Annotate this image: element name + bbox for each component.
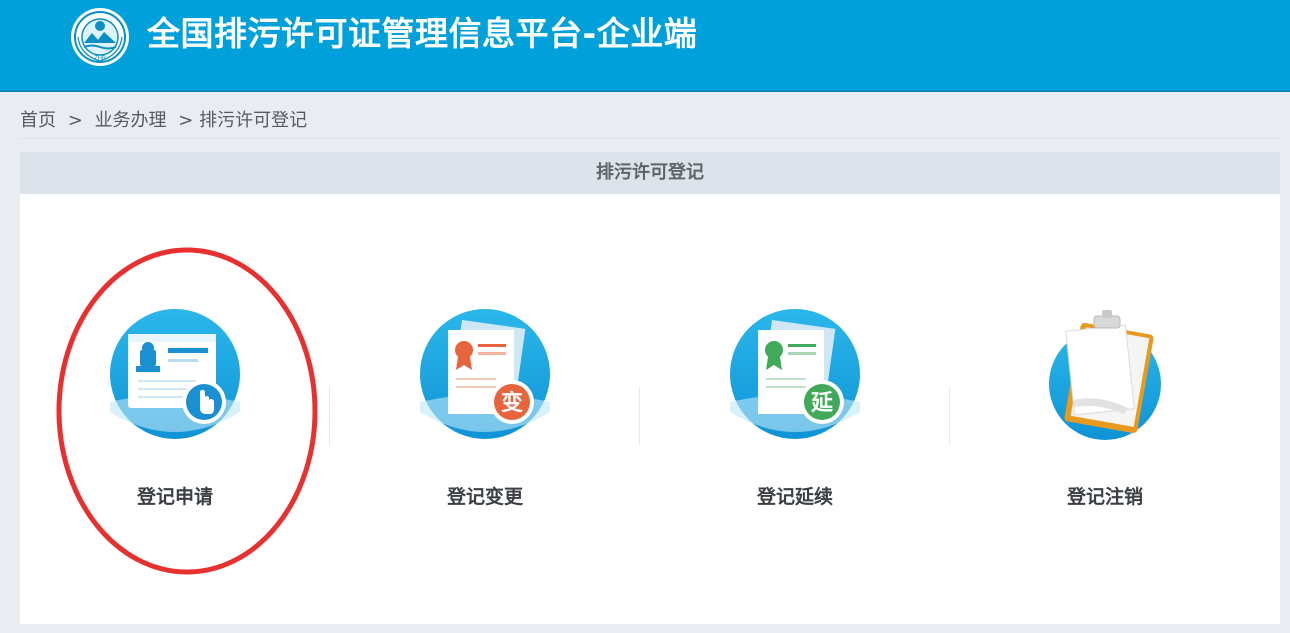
breadcrumb-separator: >	[178, 110, 194, 131]
registration-card-hand-icon	[110, 309, 240, 439]
registration-panel: 排污许可登记 登记申请 变 登记变更 延 登记延续 登记注销	[20, 152, 1280, 624]
tile-label: 登记注销	[1066, 486, 1143, 508]
breadcrumb-divider	[20, 138, 1280, 139]
environmental-protection-logo-icon[interactable]: ZHB	[70, 7, 130, 67]
tile-label: 登记变更	[446, 486, 523, 508]
certificate-extend-icon: 延	[730, 309, 860, 439]
svg-text:ZHB: ZHB	[94, 56, 106, 62]
breadcrumb-item-current: 排污许可登记	[199, 110, 308, 131]
badge-text: 变	[501, 390, 523, 416]
clipboard-cancel-icon	[1049, 310, 1161, 440]
badge-text: 延	[810, 391, 834, 416]
breadcrumb-item-home[interactable]: 首页	[20, 108, 56, 134]
breadcrumb-item-business[interactable]: 业务办理	[95, 108, 167, 134]
breadcrumb-separator: >	[67, 110, 83, 131]
breadcrumb: 首页 > 业务办理 > 排污许可登记	[20, 108, 307, 134]
tile-registration-apply[interactable]: 登记申请	[20, 302, 330, 522]
tile-registration-cancel[interactable]: 登记注销	[950, 302, 1260, 522]
tile-label: 登记延续	[756, 486, 833, 508]
tile-label: 登记申请	[136, 486, 213, 508]
tile-registration-change[interactable]: 变 登记变更	[330, 302, 640, 522]
top-header: ZHB 全国排污许可证管理信息平台-企业端	[0, 0, 1290, 92]
tile-registration-extend[interactable]: 延 登记延续	[640, 302, 950, 522]
app-title: 全国排污许可证管理信息平台-企业端	[147, 14, 698, 53]
panel-title: 排污许可登记	[20, 152, 1280, 194]
certificate-change-icon: 变	[420, 309, 550, 439]
